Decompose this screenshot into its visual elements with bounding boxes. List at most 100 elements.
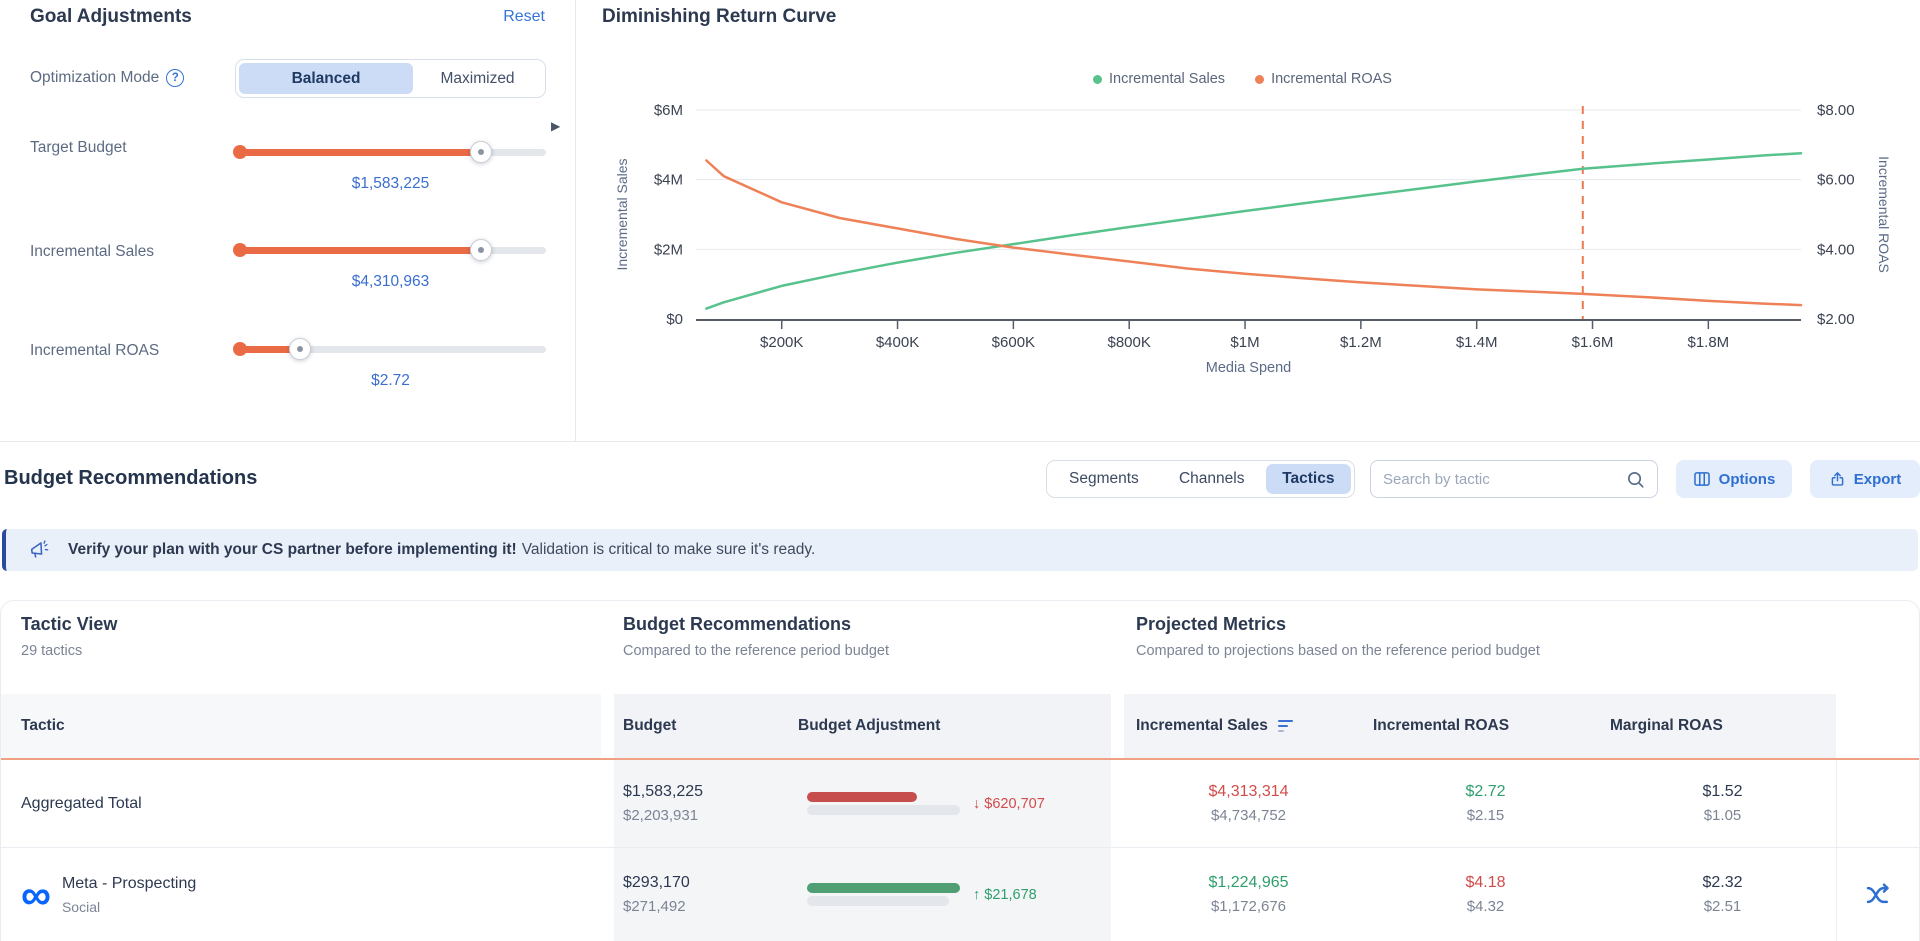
columns-icon — [1693, 470, 1711, 488]
validation-alert-banner: Verify your plan with your CS partner be… — [2, 529, 1918, 571]
slider-handle[interactable] — [470, 239, 492, 261]
table-column-header: Tactic Budget Budget Adjustment Incremen… — [1, 694, 1919, 758]
meta-logo-icon: ∞ — [21, 883, 49, 906]
budget-adjustment-bars — [807, 792, 960, 815]
table-row-aggregated-total[interactable]: Aggregated Total $1,583,225 $2,203,931 ↓… — [1, 760, 1919, 848]
svg-text:$2.00: $2.00 — [1817, 311, 1855, 328]
column-incremental-sales[interactable]: Incremental Sales — [1124, 717, 1361, 735]
budget-adjustment-delta: ↑ $21,678 — [973, 887, 1037, 903]
svg-text:$4M: $4M — [654, 172, 683, 189]
slider-start-dot — [233, 145, 247, 159]
toggle-option-balanced[interactable]: Balanced — [239, 63, 413, 94]
svg-text:$800K: $800K — [1108, 334, 1151, 351]
table-group-header: Tactic View 29 tactics Budget Recommenda… — [1, 601, 1919, 694]
marginal-roas-reference: $2.51 — [1704, 898, 1742, 915]
column-marginal-roas[interactable]: Marginal ROAS — [1598, 717, 1835, 735]
incremental-sales-reference: $4,734,752 — [1211, 807, 1286, 824]
svg-text:$400K: $400K — [876, 334, 919, 351]
row-channel: Social — [62, 899, 196, 915]
budget-reference-value: $271,492 — [623, 898, 798, 915]
arrow-icon: ↑ — [973, 887, 980, 903]
section-divider — [0, 441, 1920, 442]
svg-text:$0: $0 — [666, 311, 683, 328]
group-tactic-view: Tactic View 29 tactics — [1, 601, 601, 694]
chart-legend: Incremental Sales Incremental ROAS — [1093, 71, 1392, 87]
incremental-sales-value: $1,224,965 — [1208, 874, 1288, 892]
budget-value: $293,170 — [623, 874, 798, 892]
svg-text:Incremental ROAS: Incremental ROAS — [1876, 156, 1892, 273]
svg-text:$1M: $1M — [1230, 334, 1259, 351]
group-projected-metrics: Projected Metrics Compared to projection… — [1124, 601, 1836, 694]
target-budget-slider[interactable] — [235, 141, 546, 163]
budget-reference-value: $2,203,931 — [623, 807, 798, 824]
budget-value: $1,583,225 — [623, 783, 798, 801]
budget-columns: Budget Budget Adjustment — [614, 694, 1111, 758]
group-budget-recommendations: Budget Recommendations Compared to the r… — [614, 601, 1111, 694]
tab-channels[interactable]: Channels — [1158, 464, 1266, 494]
column-budget[interactable]: Budget — [614, 717, 798, 735]
svg-text:$4.00: $4.00 — [1817, 241, 1855, 258]
incremental-sales-reference: $1,172,676 — [1211, 898, 1286, 915]
recommendations-table: Tactic View 29 tactics Budget Recommenda… — [0, 600, 1920, 941]
green-dot-icon — [1093, 75, 1102, 84]
budget-optimizer-page: Goal Adjustments Reset Optimization Mode… — [0, 0, 1920, 941]
slider-start-dot — [233, 243, 247, 257]
svg-text:$600K: $600K — [992, 334, 1035, 351]
marginal-roas-value: $2.32 — [1702, 874, 1742, 892]
tab-tactics[interactable]: Tactics — [1266, 464, 1351, 494]
incremental-roas-reference: $2.15 — [1467, 807, 1505, 824]
incremental-sales-value: $4,310,963 — [235, 273, 546, 291]
tab-segments[interactable]: Segments — [1050, 464, 1158, 494]
view-tabs: Segments Channels Tactics — [1046, 460, 1355, 498]
panel-collapse-icon[interactable]: ▶ — [551, 119, 560, 133]
svg-text:$1.6M: $1.6M — [1572, 334, 1614, 351]
search-icon[interactable] — [1626, 470, 1645, 489]
goal-adjustments-panel: Goal Adjustments Reset Optimization Mode… — [0, 0, 576, 441]
incremental-sales-slider[interactable] — [235, 239, 546, 261]
reset-button[interactable]: Reset — [503, 8, 545, 26]
search-box — [1370, 460, 1658, 498]
budget-adjustment-delta: ↓ $620,707 — [973, 796, 1045, 812]
target-budget-value: $1,583,225 — [235, 175, 546, 193]
options-button[interactable]: Options — [1676, 460, 1792, 498]
incremental-roas-reference: $4.32 — [1467, 898, 1505, 915]
svg-text:Incremental Sales: Incremental Sales — [614, 158, 630, 270]
alert-text: Validation is critical to make sure it's… — [522, 541, 816, 559]
megaphone-icon — [28, 539, 50, 561]
sort-descending-icon[interactable] — [1278, 720, 1293, 733]
column-tactic[interactable]: Tactic — [1, 694, 601, 758]
slider-start-dot — [233, 342, 247, 356]
export-button[interactable]: Export — [1810, 460, 1920, 498]
incremental-roas-label: Incremental ROAS — [30, 342, 159, 360]
alert-bold-text: Verify your plan with your CS partner be… — [68, 541, 517, 559]
incremental-roas-value: $2.72 — [1465, 783, 1505, 801]
slider-handle[interactable] — [289, 338, 311, 360]
column-incremental-roas[interactable]: Incremental ROAS — [1361, 717, 1598, 735]
svg-text:$2M: $2M — [654, 241, 683, 258]
marginal-roas-reference: $1.05 — [1704, 807, 1742, 824]
target-budget-label: Target Budget — [30, 139, 127, 157]
incremental-roas-value: $2.72 — [235, 372, 546, 390]
projected-columns: Incremental Sales Incremental ROAS Margi… — [1124, 694, 1836, 758]
search-input[interactable] — [1383, 471, 1626, 488]
table-row-meta-prospecting[interactable]: ∞ Meta - Prospecting Social $293,170 $27… — [1, 848, 1919, 941]
svg-text:Media Spend: Media Spend — [1206, 360, 1291, 376]
svg-text:$200K: $200K — [760, 334, 803, 351]
slider-handle[interactable] — [470, 141, 492, 163]
svg-text:$6M: $6M — [654, 102, 683, 119]
incremental-roas-slider[interactable] — [235, 338, 546, 360]
svg-text:$8.00: $8.00 — [1817, 102, 1855, 119]
column-budget-adjustment[interactable]: Budget Adjustment — [798, 717, 1111, 735]
incremental-sales-value: $4,313,314 — [1208, 783, 1288, 801]
toggle-option-maximized[interactable]: Maximized — [413, 63, 542, 94]
help-icon[interactable] — [166, 69, 184, 87]
budget-adjustment-bars — [807, 883, 960, 906]
optimization-mode-label: Optimization Mode — [30, 69, 184, 87]
export-icon — [1829, 470, 1846, 488]
svg-text:$1.8M: $1.8M — [1687, 334, 1729, 351]
curves-icon[interactable] — [1863, 880, 1893, 910]
svg-text:$6.00: $6.00 — [1817, 172, 1855, 189]
row-name: Aggregated Total — [21, 795, 142, 813]
incremental-sales-label: Incremental Sales — [30, 243, 154, 261]
svg-text:$1.2M: $1.2M — [1340, 334, 1382, 351]
